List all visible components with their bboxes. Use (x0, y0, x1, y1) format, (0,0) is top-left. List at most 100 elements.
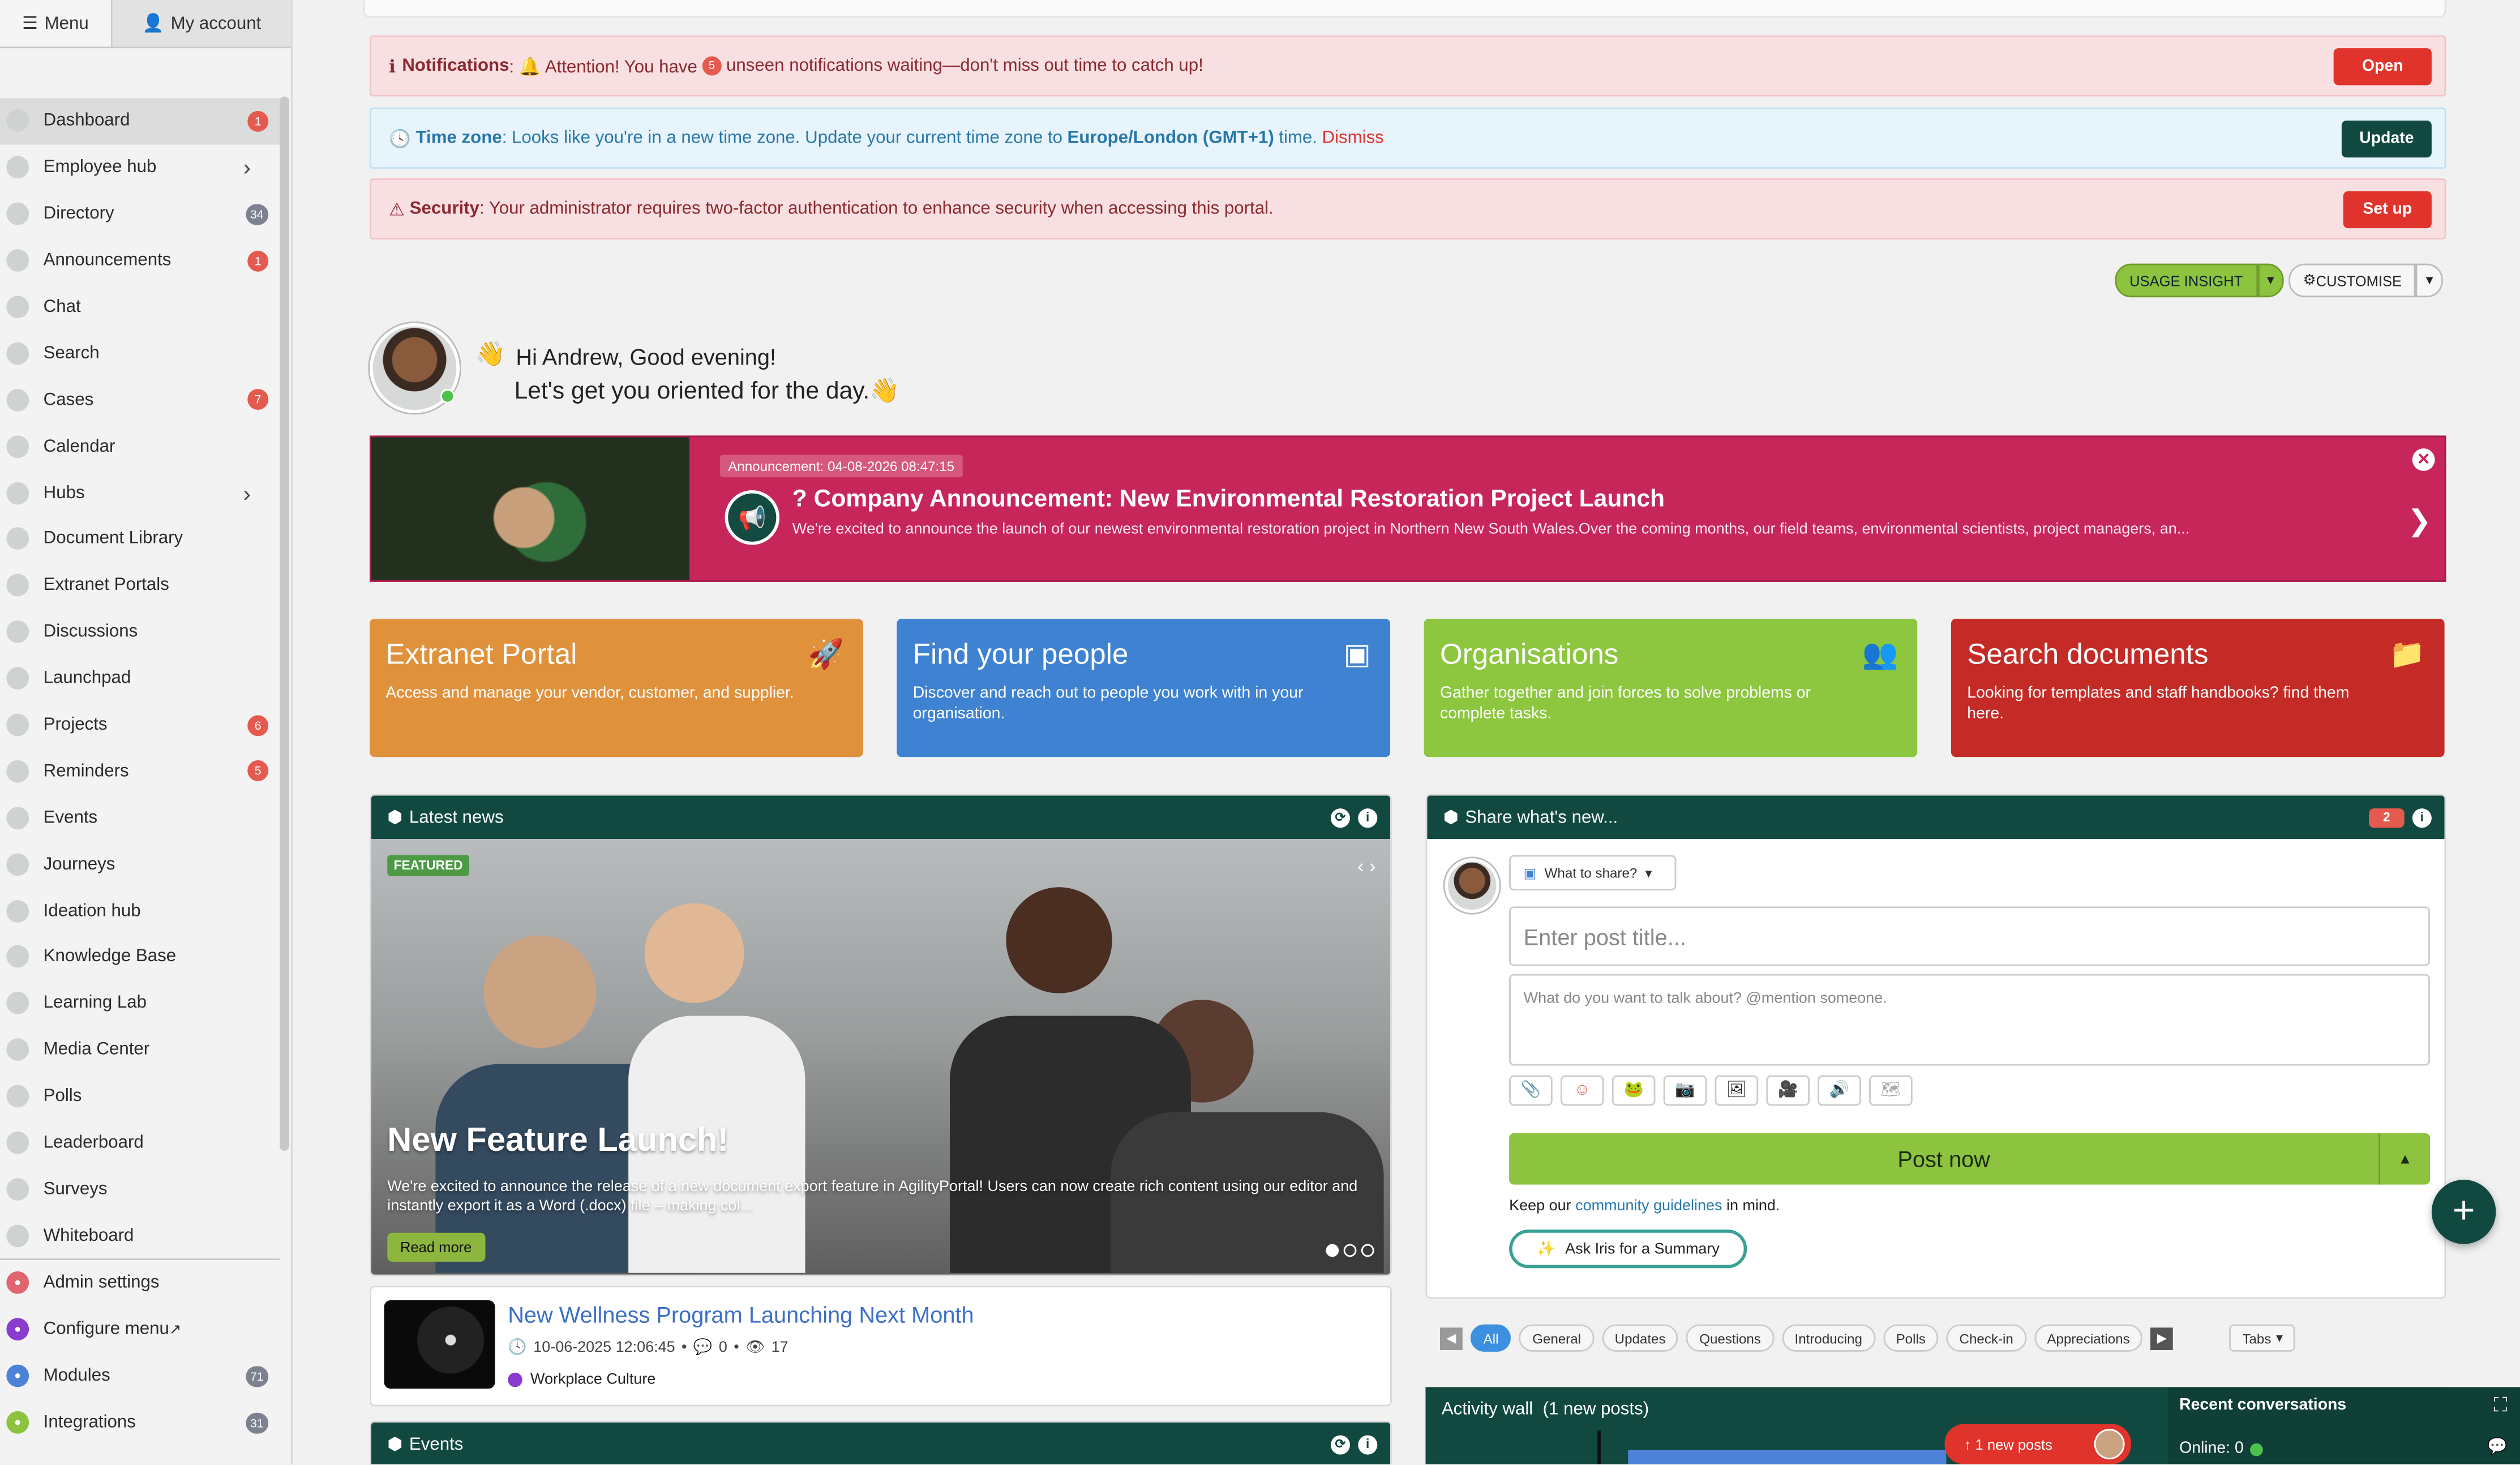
new-posts-button[interactable]: ↑ 1 new posts (1944, 1424, 2131, 1464)
video-icon[interactable]: 🎥 (1766, 1075, 1810, 1106)
customise-button[interactable]: ⚙ CUSTOMISE (2288, 263, 2416, 298)
emoji-icon[interactable]: ☺ (1560, 1075, 1604, 1106)
poster-avatar-small (2094, 1429, 2125, 1460)
sidebar-item-directory[interactable]: Directory 34 (0, 191, 280, 237)
post-body-textarea[interactable]: What do you want to talk about? @mention… (1509, 974, 2431, 1066)
sidebar-item-learning-lab[interactable]: Learning Lab (0, 980, 280, 1027)
menu-tab[interactable]: ☰ Menu (0, 0, 113, 47)
map-icon[interactable]: 🗺 (1869, 1075, 1913, 1106)
tile-extranet-portal[interactable]: Extranet Portal Access and manage your ve… (370, 619, 863, 757)
chevron-left-icon[interactable]: ◀ (1440, 1326, 1463, 1350)
sidebar-item-label: Directory (43, 204, 114, 224)
admin-settings-icon: ● (6, 1272, 29, 1295)
announcement-banner[interactable]: Announcement: 04-08-2026 08:47:15 📢 ? Co… (370, 435, 2446, 582)
chevron-right-icon[interactable]: ❯ (2407, 505, 2432, 539)
chat-icon[interactable]: 💬 (2487, 1438, 2507, 1456)
what-to-share-select[interactable]: ▣ What to share? ▾ (1509, 855, 1677, 890)
sidebar-item-whiteboard[interactable]: Whiteboard (0, 1213, 280, 1259)
sidebar-item-label: Admin settings (43, 1273, 160, 1293)
ask-iris-button[interactable]: ✨ Ask Iris for a Summary (1509, 1230, 1747, 1269)
recent-conversations-panel[interactable]: Recent conversations ⛶ Online: 0 💬 (2168, 1387, 2520, 1464)
usage-insight-button[interactable]: USAGE INSIGHT (2115, 263, 2257, 298)
community-guidelines-link[interactable]: community guidelines (1575, 1197, 1722, 1215)
sidebar-item-document-library[interactable]: Document Library (0, 516, 280, 562)
sidebar-item-search[interactable]: Search (0, 330, 280, 376)
chevron-right-icon[interactable]: ▶ (2150, 1326, 2174, 1350)
tile-search-documents[interactable]: Search documents Looking for templates an… (1951, 619, 2445, 757)
filter-general[interactable]: General (1519, 1324, 1594, 1352)
audio-icon[interactable]: 🔊 (1818, 1075, 1861, 1106)
tile-find-your-people[interactable]: Find your people Discover and reach out t… (897, 619, 1390, 757)
sidebar-item-ideation-hub[interactable]: Ideation hub (0, 888, 280, 934)
expand-icon[interactable]: ⛶ (2493, 1394, 2507, 1418)
info-icon[interactable]: i (1358, 807, 1378, 827)
filter-check-in[interactable]: Check-in (1946, 1324, 2026, 1352)
filter-all[interactable]: All (1470, 1324, 1512, 1352)
sidebar-item-cases[interactable]: Cases 7 (0, 376, 280, 423)
sidebar-item-extranet-portals[interactable]: Extranet Portals (0, 562, 280, 609)
add-fab-button[interactable]: + (2431, 1180, 2496, 1244)
sidebar-item-reminders[interactable]: Reminders 5 (0, 748, 280, 795)
sidebar-item-chat[interactable]: Chat (0, 284, 280, 330)
chevron-up-icon[interactable]: ▲ (2378, 1133, 2430, 1185)
refresh-icon[interactable]: ⟳ (1330, 807, 1351, 827)
refresh-icon[interactable]: ⟳ (1330, 1434, 1351, 1454)
sidebar-item-admin-settings[interactable]: ● Admin settings (0, 1260, 280, 1306)
info-icon[interactable]: i (2412, 807, 2432, 827)
sidebar-item-polls[interactable]: Polls (0, 1073, 280, 1120)
hubs-icon (6, 481, 29, 504)
sidebar-item-launchpad[interactable]: Launchpad (0, 656, 280, 702)
my-account-tab[interactable]: 👤 My account (112, 0, 291, 47)
main-content: ℹ Notifications : 🔔 Attention! You have … (315, 0, 2520, 1464)
info-icon[interactable]: i (1358, 1434, 1378, 1454)
filter-appreciations[interactable]: Appreciations (2034, 1324, 2143, 1352)
image-icon[interactable]: 🖼 (1715, 1075, 1759, 1106)
open-notifications-button[interactable]: Open (2333, 47, 2432, 85)
sidebar-item-modules[interactable]: ● Modules 71 (0, 1353, 280, 1399)
sidebar-item-discussions[interactable]: Discussions (0, 609, 280, 656)
close-icon[interactable]: ✕ (2412, 448, 2435, 471)
slider-dots[interactable] (1326, 1244, 1374, 1257)
setup-2fa-button[interactable]: Set up (2343, 190, 2432, 228)
folder-plus-icon: 📁 (2389, 638, 2425, 670)
sidebar-item-integrations[interactable]: ● Integrations 31 (0, 1399, 280, 1446)
sidebar-item-employee-hub[interactable]: Employee hub › (0, 144, 280, 191)
news-item-title[interactable]: New Wellness Program Launching Next Mont… (508, 1302, 974, 1327)
sidebar-item-label: Configure menu (43, 1320, 169, 1340)
frog-icon[interactable]: 🐸 (1612, 1075, 1656, 1106)
count-badge: 5 (247, 761, 269, 782)
filter-polls[interactable]: Polls (1883, 1324, 1939, 1352)
customise-dropdown[interactable]: ▾ (2416, 263, 2443, 298)
tile-organisations[interactable]: Organisations Gather together and join fo… (1424, 619, 1918, 757)
count-badge: 31 (245, 1412, 269, 1433)
sidebar-item-configure-menu[interactable]: ● Configure menu ↗ (0, 1306, 280, 1353)
sidebar-scrollbar[interactable] (280, 96, 290, 1151)
usage-insight-dropdown[interactable]: ▾ (2257, 263, 2284, 298)
sidebar-item-leaderboard[interactable]: Leaderboard (0, 1120, 280, 1166)
sidebar-item-events[interactable]: Events (0, 795, 280, 841)
sidebar-item-dashboard[interactable]: Dashboard 1 (0, 98, 280, 145)
journeys-icon (6, 853, 29, 876)
sidebar-item-journeys[interactable]: Journeys (0, 841, 280, 888)
sidebar-item-calendar[interactable]: Calendar (0, 423, 280, 469)
filter-introducing[interactable]: Introducing (1781, 1324, 1875, 1352)
tabs-dropdown[interactable]: Tabs ▾ (2229, 1324, 2296, 1352)
sidebar-item-hubs[interactable]: Hubs › (0, 469, 280, 516)
sidebar-item-knowledge-base[interactable]: Knowledge Base (0, 934, 280, 980)
update-timezone-button[interactable]: Update (2341, 119, 2432, 157)
sidebar-item-media-center[interactable]: Media Center (0, 1027, 280, 1073)
camera-icon[interactable]: 📷 (1663, 1075, 1707, 1106)
sidebar-item-projects[interactable]: Projects 6 (0, 702, 280, 748)
attachment-icon[interactable]: 📎 (1509, 1075, 1553, 1106)
post-now-button[interactable]: Post now ▲ (1509, 1133, 2431, 1185)
slider-arrows[interactable]: ‹ › (1357, 855, 1375, 878)
news-title[interactable]: New Feature Launch! (387, 1122, 728, 1160)
filter-updates[interactable]: Updates (1601, 1324, 1679, 1352)
filter-questions[interactable]: Questions (1686, 1324, 1774, 1352)
post-title-input[interactable]: Enter post title... (1509, 906, 2431, 966)
news-list-item[interactable]: New Wellness Program Launching Next Mont… (370, 1286, 1392, 1407)
dismiss-link[interactable]: Dismiss (1322, 128, 1384, 148)
sidebar-item-surveys[interactable]: Surveys (0, 1166, 280, 1213)
sidebar-item-announcements[interactable]: Announcements 1 (0, 237, 280, 284)
read-more-button[interactable]: Read more (387, 1232, 485, 1262)
